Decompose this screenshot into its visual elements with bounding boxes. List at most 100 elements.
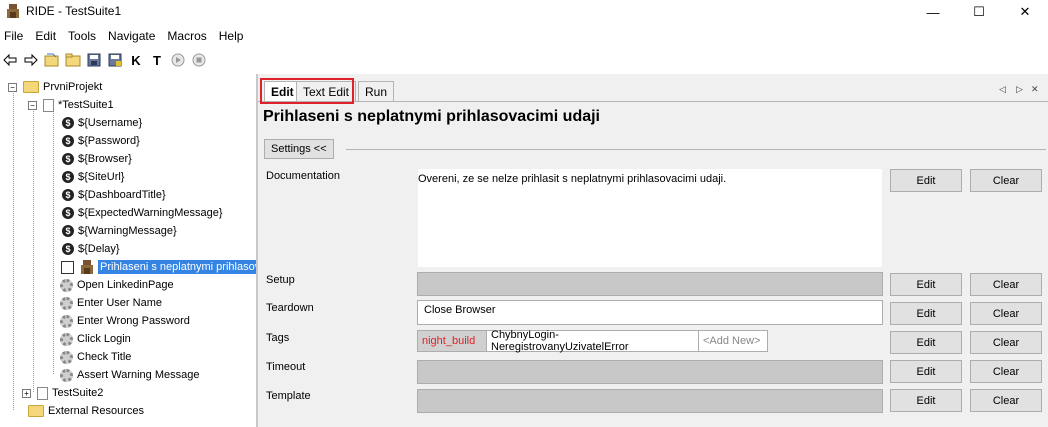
- project-tree: − PrvniProjekt − *TestSuite1 $ ${Usernam…: [0, 74, 256, 427]
- close-window-button[interactable]: ✕: [1002, 0, 1048, 24]
- search-keywords-icon: K: [131, 52, 141, 68]
- stop-icon: [192, 53, 206, 67]
- tab-scroll-left-icon[interactable]: ◁: [999, 84, 1006, 95]
- tags-edit-button[interactable]: Edit: [890, 331, 962, 354]
- tags-clear-button[interactable]: Clear: [970, 331, 1042, 354]
- tree-test-case[interactable]: Prihlaseni s neplatnymi prihlasov: [61, 258, 256, 276]
- teardown-field[interactable]: Close Browser: [417, 300, 883, 325]
- maximize-icon: ☐: [973, 4, 985, 19]
- gear-icon: [60, 314, 73, 328]
- documentation-label: Documentation: [266, 170, 340, 182]
- menu-file[interactable]: File: [0, 29, 27, 43]
- open-directory-button[interactable]: [63, 50, 83, 70]
- test-checkbox[interactable]: [61, 260, 74, 274]
- tree-variable-username[interactable]: $ ${Username}: [62, 114, 142, 132]
- tree-keyword[interactable]: Click Login: [60, 330, 131, 348]
- save-all-button[interactable]: [105, 50, 125, 70]
- variable-icon: $: [62, 135, 74, 147]
- tree-variable-browser[interactable]: $ ${Browser}: [62, 150, 132, 168]
- documentation-field[interactable]: Overeni, ze se nelze prihlasit s neplatn…: [417, 168, 883, 268]
- search-keywords-button[interactable]: K: [126, 50, 146, 70]
- teardown-edit-button[interactable]: Edit: [890, 302, 962, 325]
- timeout-field[interactable]: [417, 360, 883, 384]
- variable-icon: $: [62, 225, 74, 237]
- maximize-button[interactable]: ☐: [956, 0, 1002, 24]
- documentation-clear-button[interactable]: Clear: [970, 169, 1042, 192]
- selected-test-label: Prihlaseni s neplatnymi prihlasov: [98, 260, 256, 274]
- tree-variable-siteurl[interactable]: $ ${SiteUrl}: [62, 168, 124, 186]
- search-tests-button[interactable]: T: [147, 50, 167, 70]
- variable-icon: $: [62, 153, 74, 165]
- test-case-icon: [81, 260, 93, 274]
- menu-navigate[interactable]: Navigate: [104, 29, 159, 43]
- tree-node-suite2[interactable]: + TestSuite2: [22, 384, 103, 402]
- tab-strip: Edit Text Edit Run ◁ ▷ ✕: [258, 78, 1048, 104]
- tag-item[interactable]: night_build: [417, 330, 487, 352]
- template-clear-button[interactable]: Clear: [970, 389, 1042, 412]
- tab-close-icon[interactable]: ✕: [1031, 84, 1039, 95]
- gear-icon: [60, 368, 73, 382]
- variable-icon: $: [62, 189, 74, 201]
- setup-edit-button[interactable]: Edit: [890, 273, 962, 296]
- menu-tools[interactable]: Tools: [64, 29, 100, 43]
- tags-container: night_build ChybnyLogin-NeregistrovanyUz…: [417, 329, 777, 353]
- menu-help[interactable]: Help: [215, 29, 248, 43]
- tree-node-external-resources[interactable]: External Resources: [28, 402, 144, 420]
- tree-node-label: PrvniProjekt: [43, 81, 103, 93]
- forward-button[interactable]: [21, 50, 41, 70]
- minimize-button[interactable]: —: [910, 0, 956, 24]
- back-button[interactable]: [0, 50, 20, 70]
- tree-keyword[interactable]: Enter User Name: [60, 294, 162, 312]
- tree-keyword[interactable]: Check Title: [60, 348, 131, 366]
- teardown-clear-button[interactable]: Clear: [970, 302, 1042, 325]
- settings-divider: [346, 149, 1046, 150]
- search-tests-icon: T: [153, 52, 161, 68]
- open-button[interactable]: [42, 50, 62, 70]
- tree-variable-warningmessage[interactable]: $ ${WarningMessage}: [62, 222, 177, 240]
- minimize-icon: —: [926, 4, 940, 20]
- open-folder-icon: [44, 53, 59, 67]
- template-field[interactable]: [417, 389, 883, 413]
- setup-label: Setup: [266, 274, 295, 286]
- tree-node-suite1[interactable]: − *TestSuite1: [28, 96, 114, 114]
- tags-label: Tags: [266, 332, 290, 344]
- open-directory-icon: [65, 53, 81, 67]
- menu-macros[interactable]: Macros: [163, 29, 210, 43]
- timeout-clear-button[interactable]: Clear: [970, 360, 1042, 383]
- tree-node-project[interactable]: − PrvniProjekt: [8, 78, 102, 96]
- settings-toggle-button[interactable]: Settings <<: [264, 139, 334, 159]
- tree-keyword[interactable]: Assert Warning Message: [60, 366, 199, 384]
- run-button[interactable]: [168, 50, 188, 70]
- ride-app-icon: [7, 4, 19, 18]
- tag-item[interactable]: ChybnyLogin-NeregistrovanyUzivatelError: [486, 329, 699, 353]
- menu-bar: File Edit Tools Navigate Macros Help: [0, 26, 251, 46]
- expand-toggle[interactable]: +: [22, 388, 31, 398]
- collapse-toggle[interactable]: −: [28, 100, 37, 110]
- tree-keyword[interactable]: Open LinkedinPage: [60, 276, 174, 294]
- menu-edit[interactable]: Edit: [31, 29, 60, 43]
- collapse-toggle[interactable]: −: [8, 82, 17, 92]
- timeout-edit-button[interactable]: Edit: [890, 360, 962, 383]
- tab-scroll-right-icon[interactable]: ▷: [1016, 84, 1023, 95]
- title-bar: RIDE - TestSuite1 — ☐ ✕: [0, 0, 1048, 24]
- save-button[interactable]: [84, 50, 104, 70]
- tree-variable-dashboardtitle[interactable]: $ ${DashboardTitle}: [62, 186, 166, 204]
- gear-icon: [60, 278, 73, 292]
- teardown-label: Teardown: [266, 302, 314, 314]
- stop-button[interactable]: [189, 50, 209, 70]
- tree-variable-expectedwarning[interactable]: $ ${ExpectedWarningMessage}: [62, 204, 223, 222]
- gear-icon: [60, 332, 73, 346]
- add-tag-button[interactable]: <Add New>: [698, 330, 768, 352]
- documentation-edit-button[interactable]: Edit: [890, 169, 962, 192]
- template-label: Template: [266, 390, 311, 402]
- setup-clear-button[interactable]: Clear: [970, 273, 1042, 296]
- folder-icon: [28, 405, 44, 417]
- tree-keyword[interactable]: Enter Wrong Password: [60, 312, 190, 330]
- window-title: RIDE - TestSuite1: [26, 4, 122, 18]
- setup-field[interactable]: [417, 272, 883, 296]
- tree-variable-password[interactable]: $ ${Password}: [62, 132, 140, 150]
- template-edit-button[interactable]: Edit: [890, 389, 962, 412]
- tree-variable-delay[interactable]: $ ${Delay}: [62, 240, 120, 258]
- close-icon: ✕: [1019, 4, 1031, 19]
- tab-run[interactable]: Run: [358, 81, 395, 101]
